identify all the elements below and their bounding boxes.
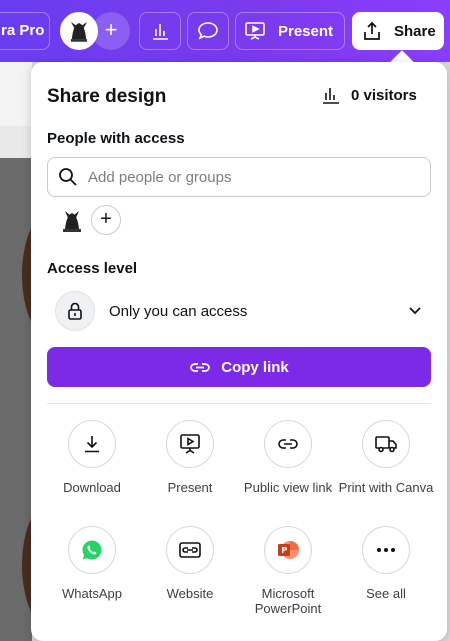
option-label: See all bbox=[366, 586, 406, 601]
people-list: + bbox=[57, 205, 121, 235]
download-icon-wrap bbox=[68, 420, 116, 468]
present-icon bbox=[245, 22, 265, 40]
option-website[interactable]: Website bbox=[141, 526, 239, 601]
link-icon bbox=[190, 363, 211, 372]
option-download[interactable]: Download bbox=[43, 420, 141, 495]
panel-title: Share design bbox=[47, 86, 167, 107]
option-public-view-link[interactable]: Public view link bbox=[239, 420, 337, 495]
search-icon bbox=[59, 168, 77, 186]
divider bbox=[47, 403, 431, 404]
more-icon-wrap bbox=[362, 526, 410, 574]
access-level-dropdown[interactable]: Only you can access bbox=[47, 288, 431, 334]
option-label: Microsoft PowerPoint bbox=[254, 586, 322, 616]
more-icon bbox=[377, 548, 395, 552]
canva-pro-button[interactable]: ra Pro bbox=[0, 12, 50, 50]
lock-icon-wrap bbox=[55, 291, 95, 331]
access-level-value: Only you can access bbox=[109, 302, 248, 320]
option-whatsapp[interactable]: WhatsApp bbox=[43, 526, 141, 601]
download-icon bbox=[85, 436, 99, 453]
bar-chart-icon bbox=[153, 24, 168, 40]
link-icon bbox=[278, 439, 298, 449]
option-label: Print with Canva bbox=[338, 480, 434, 495]
bar-chart-icon bbox=[323, 88, 339, 104]
option-see-all[interactable]: See all bbox=[337, 526, 435, 601]
present-button[interactable]: Present bbox=[235, 12, 345, 50]
present-label: Present bbox=[278, 22, 334, 40]
owner-avatar[interactable] bbox=[57, 205, 87, 235]
powerpoint-icon-wrap bbox=[264, 526, 312, 574]
visitors-button[interactable]: 0 visitors bbox=[321, 86, 417, 104]
website-icon-wrap bbox=[166, 526, 214, 574]
copy-link-button[interactable]: Copy link bbox=[47, 347, 431, 387]
copy-link-label: Copy link bbox=[221, 358, 289, 376]
share-panel: Share design 0 visitors People with acce… bbox=[31, 62, 447, 641]
whatsapp-icon bbox=[82, 540, 102, 560]
website-icon bbox=[179, 542, 201, 558]
option-label: Website bbox=[166, 586, 214, 601]
visitors-count: 0 visitors bbox=[351, 86, 417, 104]
present-icon-wrap bbox=[166, 420, 214, 468]
share-label: Share bbox=[394, 22, 436, 40]
canvas-ruler bbox=[0, 62, 32, 126]
present-icon bbox=[180, 434, 200, 454]
chevron-down-icon bbox=[409, 307, 421, 315]
whatsapp-icon-wrap bbox=[68, 526, 116, 574]
insights-button[interactable] bbox=[139, 12, 181, 50]
comment-icon bbox=[198, 22, 218, 40]
editor-toolbar: ra Pro + Present Share bbox=[0, 0, 450, 62]
powerpoint-icon bbox=[278, 541, 299, 559]
add-people-field[interactable] bbox=[47, 157, 431, 197]
option-label: Download bbox=[63, 480, 121, 495]
option-label: Present bbox=[167, 480, 213, 495]
option-present[interactable]: Present bbox=[141, 420, 239, 495]
option-microsoft-powerpoint[interactable]: Microsoft PowerPoint bbox=[239, 526, 337, 616]
add-people-input[interactable] bbox=[88, 168, 408, 186]
add-collaborator-button[interactable]: + bbox=[92, 12, 130, 50]
option-label: WhatsApp bbox=[62, 586, 122, 601]
add-person-button[interactable]: + bbox=[91, 205, 121, 235]
upload-icon bbox=[364, 21, 380, 40]
access-level-label: Access level bbox=[47, 260, 138, 277]
comments-button[interactable] bbox=[187, 12, 229, 50]
truck-icon bbox=[375, 436, 397, 453]
lock-icon bbox=[68, 302, 82, 320]
truck-icon-wrap bbox=[362, 420, 410, 468]
option-label: Public view link bbox=[243, 480, 333, 495]
people-access-label: People with access bbox=[47, 130, 185, 147]
share-button[interactable]: Share bbox=[352, 12, 444, 50]
link-icon-wrap bbox=[264, 420, 312, 468]
option-print-with-canva[interactable]: Print with Canva bbox=[337, 420, 435, 495]
